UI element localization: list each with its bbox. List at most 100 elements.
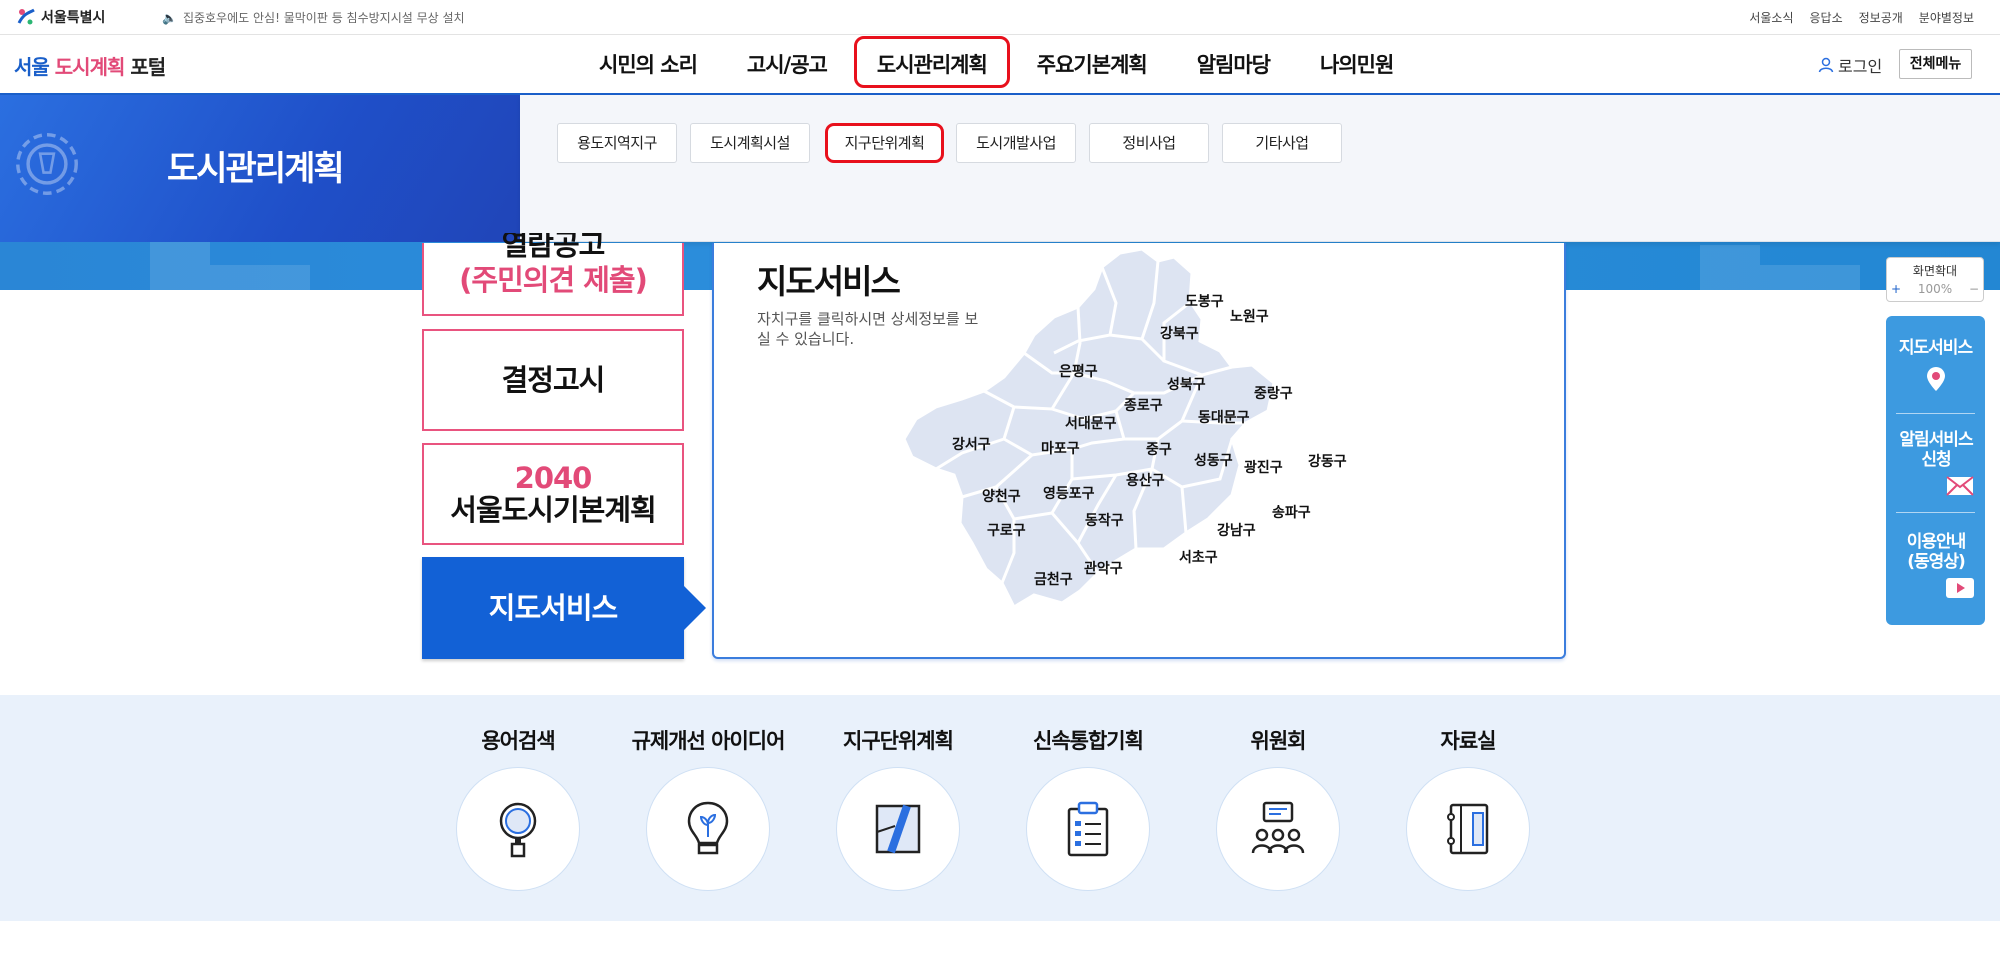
mega-menu-title: 도시관리계획 <box>167 149 345 189</box>
utility-bar: 서울특별시 🔈 집중호우에도 안심! 물막이판 등 침수방지시설 무상 설치 서… <box>0 0 2000 35</box>
quick-link-committee[interactable]: 위원회 <box>1183 695 1373 891</box>
gnb-my-complaints[interactable]: 나의민원 <box>1295 35 1418 95</box>
district-gangbuk[interactable]: 강북구 <box>1160 323 1199 343</box>
quick-alert-service[interactable]: 알림서비스 신청 <box>1896 430 1976 470</box>
district-yongsan[interactable]: 용산구 <box>1126 470 1165 490</box>
util-link-info[interactable]: 정보공개 <box>1859 9 1903 26</box>
notice-ticker[interactable]: 🔈 집중호우에도 안심! 물막이판 등 침수방지시설 무상 설치 <box>162 9 465 26</box>
menu-decision-notice[interactable]: 결정고시 <box>422 329 684 431</box>
quick-link-reform-ideas[interactable]: 규제개선 아이디어 <box>613 695 803 891</box>
mail-icon <box>1946 476 1974 496</box>
district-gangdong[interactable]: 강동구 <box>1308 451 1347 471</box>
all-menu-button[interactable]: 전체메뉴 <box>1899 49 1972 79</box>
gnb-notice[interactable]: 고시/공고 <box>722 35 852 95</box>
public-notice-title: 열람공고 <box>501 233 606 262</box>
reform-ideas-label: 규제개선 아이디어 <box>631 729 786 753</box>
district-junggu[interactable]: 중구 <box>1146 439 1172 459</box>
district-nowon[interactable]: 노원구 <box>1230 306 1269 326</box>
district-seocho[interactable]: 서초구 <box>1179 547 1218 567</box>
gnb-citizen-voice[interactable]: 시민의 소리 <box>574 35 722 95</box>
sub-urban-facilities[interactable]: 도시계획시설 <box>690 123 810 163</box>
seoul-city-logo[interactable]: 서울특별시 <box>16 6 105 28</box>
term-search-circle[interactable] <box>456 767 580 891</box>
sub-other-project[interactable]: 기타사업 <box>1222 123 1342 163</box>
archive-label: 자료실 <box>1440 729 1497 753</box>
video-play-icon <box>1946 578 1974 598</box>
district-unit-plan-circle[interactable] <box>836 767 960 891</box>
quick-link-term-search[interactable]: 용어검색 <box>423 695 613 891</box>
district-gwanak[interactable]: 관악구 <box>1084 558 1123 578</box>
district-songpa[interactable]: 송파구 <box>1272 502 1311 522</box>
district-unit-plan-label: 지구단위계획 <box>843 729 954 753</box>
sub-urban-development[interactable]: 도시개발사업 <box>956 123 1076 163</box>
fast-track-planning-label: 신속통합기획 <box>1033 729 1144 753</box>
mega-menu-title-panel: 도시관리계획 <box>0 95 520 242</box>
master-plan-year: 2040 <box>514 461 593 495</box>
district-guro[interactable]: 구로구 <box>987 520 1026 540</box>
menu-2040-master-plan[interactable]: 2040 서울도시기본계획 <box>422 443 684 545</box>
district-dongdaemun[interactable]: 동대문구 <box>1198 407 1250 427</box>
committee-circle[interactable] <box>1216 767 1340 891</box>
gnb-urban-management-plan[interactable]: 도시관리계획 <box>852 35 1012 95</box>
district-dobong[interactable]: 도봉구 <box>1185 291 1224 311</box>
quick-usage-guide[interactable]: 이용안내 (동영상) <box>1896 532 1976 572</box>
quick-link-archive[interactable]: 자료실 <box>1373 695 1563 891</box>
archive-circle[interactable] <box>1406 767 1530 891</box>
quick-map-service[interactable]: 지도서비스 <box>1886 338 1985 358</box>
public-notice-sub: (주민의견 제출) <box>459 263 648 297</box>
district-seongbuk[interactable]: 성북구 <box>1167 374 1206 394</box>
district-gangseo[interactable]: 강서구 <box>952 434 991 454</box>
zoom-control: 화면확대 + 100% − <box>1886 257 1984 302</box>
district-gwangjin[interactable]: 광진구 <box>1244 457 1283 477</box>
district-yangcheon[interactable]: 양천구 <box>982 486 1021 506</box>
util-link-field[interactable]: 분야별정보 <box>1919 9 1974 26</box>
seoul-label: 서울특별시 <box>41 10 106 26</box>
global-nav: 시민의 소리 고시/공고 도시관리계획 주요기본계획 알림마당 나의민원 <box>574 35 1418 95</box>
fast-track-planning-circle[interactable] <box>1026 767 1150 891</box>
quick-menu: 지도서비스 알림서비스 신청 이용안내 (동영상) <box>1886 316 1985 625</box>
term-search-label: 용어검색 <box>481 729 555 753</box>
gnb-announcements[interactable]: 알림마당 <box>1172 35 1295 95</box>
user-icon <box>1818 57 1834 73</box>
login-label: 로그인 <box>1838 57 1883 76</box>
login-link[interactable]: 로그인 <box>1818 53 1882 77</box>
district-mapo[interactable]: 마포구 <box>1041 438 1080 458</box>
clipboard-icon <box>1067 801 1109 857</box>
map-service-panel: 지도서비스 자치구를 클릭하시면 상세정보를 보실 수 있습니다. 도봉구 노원… <box>712 243 1566 659</box>
menu-map-service[interactable]: 지도서비스 <box>422 557 706 659</box>
district-eunpyeong[interactable]: 은평구 <box>1059 361 1098 381</box>
quick-link-fast-track-planning[interactable]: 신속통합기획 <box>993 695 1183 891</box>
district-gangnam[interactable]: 강남구 <box>1217 520 1256 540</box>
district-jongno[interactable]: 종로구 <box>1124 395 1163 415</box>
util-link-news[interactable]: 서울소식 <box>1749 9 1793 26</box>
util-link-response[interactable]: 응답소 <box>1810 9 1843 26</box>
district-jungnang[interactable]: 중랑구 <box>1254 383 1293 403</box>
logo-part-seoul: 서울 <box>14 55 50 79</box>
magnifier-icon <box>499 802 537 858</box>
committee-label: 위원회 <box>1250 729 1307 753</box>
logo-part-portal: 포털 <box>130 55 166 79</box>
sub-district-unit-plan[interactable]: 지구단위계획 <box>825 123 944 163</box>
binder-icon <box>1447 803 1489 855</box>
menu-public-notice[interactable]: 열람공고 (주민의견 제출) <box>422 233 684 316</box>
quick-link-district-unit-plan[interactable]: 지구단위계획 <box>803 695 993 891</box>
master-plan-label: 서울도시기본계획 <box>450 493 656 527</box>
map-plan-icon <box>875 804 921 854</box>
map-title: 지도서비스 <box>757 262 901 301</box>
district-seodaemun[interactable]: 서대문구 <box>1065 413 1117 433</box>
notice-text: 집중호우에도 안심! 물막이판 등 침수방지시설 무상 설치 <box>182 11 465 25</box>
speaker-icon: 🔈 <box>162 10 177 25</box>
sub-zoning[interactable]: 용도지역지구 <box>557 123 677 163</box>
sub-renewal-project[interactable]: 정비사업 <box>1089 123 1209 163</box>
zoom-out-button[interactable]: − <box>1969 282 1979 296</box>
district-seongdong[interactable]: 성동구 <box>1194 450 1233 470</box>
district-yeongdeungpo[interactable]: 영등포구 <box>1043 483 1095 503</box>
util-links: 서울소식 응답소 정보공개 분야별정보 <box>1749 9 1974 26</box>
zoom-in-button[interactable]: + <box>1891 282 1901 296</box>
district-geumcheon[interactable]: 금천구 <box>1034 569 1073 589</box>
district-dongjak[interactable]: 동작구 <box>1085 510 1124 530</box>
mega-menu-sub-panel: 용도지역지구 도시계획시설 지구단위계획 도시개발사업 정비사업 기타사업 <box>520 95 2000 242</box>
portal-logo[interactable]: 서울 도시계획 포털 <box>14 51 166 80</box>
reform-ideas-circle[interactable] <box>646 767 770 891</box>
gnb-master-plan[interactable]: 주요기본계획 <box>1012 35 1172 95</box>
